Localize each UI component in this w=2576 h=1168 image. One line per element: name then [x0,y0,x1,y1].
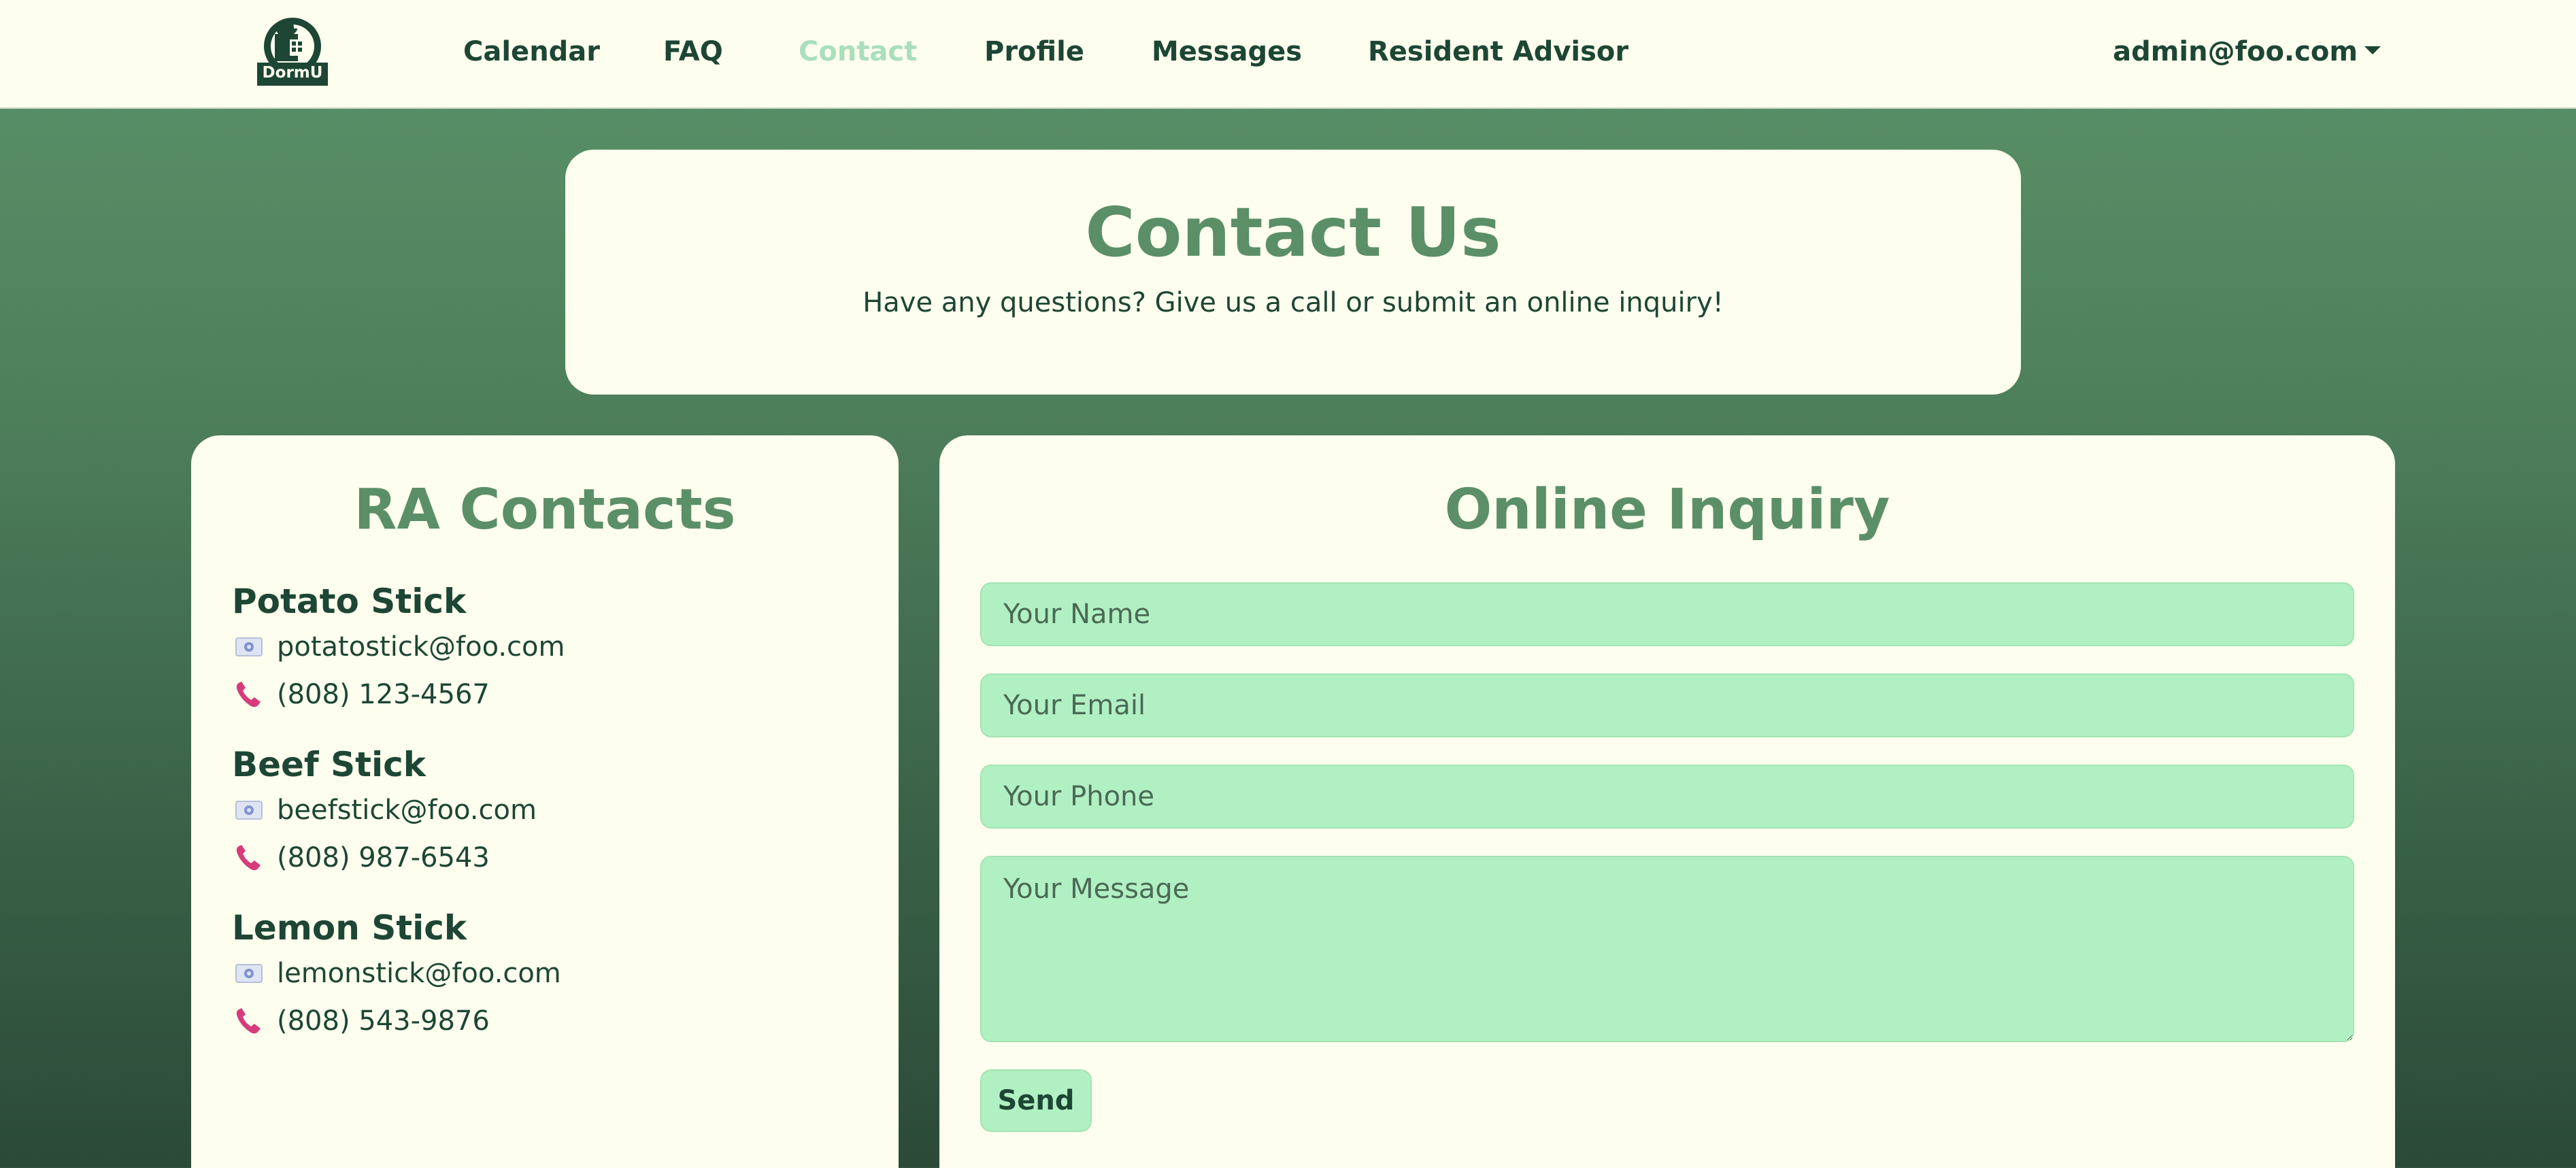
phone-input[interactable] [980,765,2354,829]
phone-icon [232,841,266,875]
contact-header-card: Contact Us Have any questions? Give us a… [565,150,2021,395]
ra-contact: Beef Stick beefstick@foo.com (808) 987-6… [232,743,858,882]
online-inquiry-title: Online Inquiry [1444,478,1890,542]
ra-contact: Potato Stick potatostick@foo.com (808) 1… [232,580,858,718]
ra-contact-email: lemonstick@foo.com [232,950,858,997]
ra-contacts-title: RA Contacts [354,478,736,542]
nav-calendar[interactable]: Calendar [463,33,600,71]
user-email: admin@foo.com [2113,36,2358,67]
ra-contact-email: beefstick@foo.com [232,786,858,834]
online-inquiry-card: Online Inquiry Send [939,435,2395,1168]
ra-contact-email: potatostick@foo.com [232,623,858,671]
nav-faq[interactable]: FAQ [663,33,723,71]
nav-resident-advisor[interactable]: Resident Advisor [1368,33,1628,71]
ra-contact-name: Lemon Stick [232,908,467,948]
page-title: Contact Us [1085,193,1501,272]
email-icon [232,793,266,827]
send-button[interactable]: Send [980,1069,1092,1132]
email-input[interactable] [980,673,2354,737]
phone-icon [232,1004,266,1038]
email-icon [232,956,266,990]
name-input[interactable] [980,582,2354,646]
nav-profile[interactable]: Profile [984,33,1084,71]
ra-contact-phone: (808) 987-6543 [232,834,858,882]
ra-contact-name: Beef Stick [232,745,426,784]
dormu-logo[interactable]: DormU [252,15,333,87]
ra-contact-phone: (808) 543-9876 [232,997,858,1045]
phone-icon [232,678,266,712]
email-icon [232,630,266,664]
message-textarea[interactable] [980,856,2354,1042]
ra-contacts-card: RA Contacts Potato Stick potatostick@foo… [191,435,899,1168]
nav-contact[interactable]: Contact [799,33,917,71]
ra-contact-name: Potato Stick [232,582,467,621]
logo-text: DormU [262,64,323,82]
caret-down-icon [2364,46,2381,54]
ra-contact: Lemon Stick lemonstick@foo.com (808) 543… [232,906,858,1045]
navbar: DormU Calendar FAQ Contact Profile Messa… [0,0,2576,109]
page-subtitle: Have any questions? Give us a call or su… [863,287,1724,318]
user-menu[interactable]: admin@foo.com [2113,33,2381,71]
ra-contact-phone: (808) 123-4567 [232,671,858,718]
nav-messages[interactable]: Messages [1152,33,1302,71]
